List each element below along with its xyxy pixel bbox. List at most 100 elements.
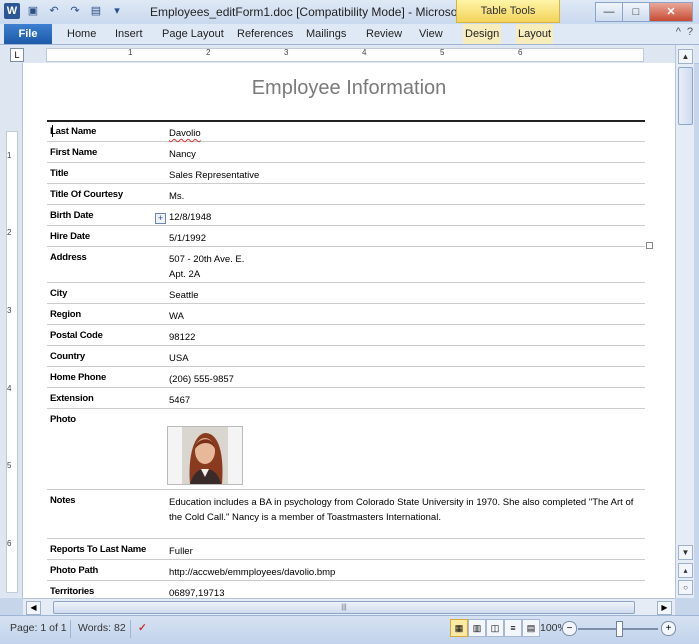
table-row[interactable]: Territories 06897,19713 xyxy=(47,581,645,598)
quick-access-toolbar: W ▣ ↶ ↷ ▤ ▾ xyxy=(4,3,125,19)
table-row[interactable]: Photo Path http://accweb/emmployees/davo… xyxy=(47,560,645,581)
field-value[interactable]: Nancy xyxy=(169,147,196,162)
table-row[interactable]: Address 507 - 20th Ave. E. Apt. 2A xyxy=(47,247,645,283)
title-bar: W ▣ ↶ ↷ ▤ ▾ Employees_editForm1.doc [Com… xyxy=(0,0,699,24)
field-label: Photo xyxy=(50,414,76,425)
field-value[interactable]: Ms. xyxy=(169,189,184,204)
field-label: Territories xyxy=(50,586,95,597)
tab-insert[interactable]: Insert xyxy=(115,24,143,44)
help-icon[interactable]: ? xyxy=(687,26,693,38)
table-row[interactable]: Region WA xyxy=(47,304,645,325)
tab-mailings[interactable]: Mailings xyxy=(306,24,346,44)
maximize-button[interactable]: □ xyxy=(622,2,650,22)
tab-layout[interactable]: Layout xyxy=(516,24,554,44)
tab-references[interactable]: References xyxy=(237,24,293,44)
page[interactable]: Employee Information + Last Name Davolio… xyxy=(23,63,675,598)
full-screen-reading-icon[interactable]: ▥ xyxy=(468,619,486,637)
table-row[interactable]: Title Of Courtesy Ms. xyxy=(47,184,645,205)
customize-icon[interactable]: ▾ xyxy=(109,3,125,19)
field-value[interactable]: Fuller xyxy=(169,544,193,559)
field-value[interactable]: 06897,19713 xyxy=(169,586,224,598)
draft-icon[interactable]: ▤ xyxy=(522,619,540,637)
table-row[interactable]: Extension 5467 xyxy=(47,388,645,409)
scroll-left-icon[interactable]: ◀ xyxy=(26,601,41,615)
table-row[interactable]: Country USA xyxy=(47,346,645,367)
employee-photo[interactable] xyxy=(167,426,243,485)
print-layout-icon[interactable]: ▦ xyxy=(450,619,468,637)
employee-table[interactable]: Last Name Davolio First Name Nancy Title… xyxy=(47,121,645,598)
table-row[interactable]: Reports To Last Name Fuller xyxy=(47,539,645,560)
field-value[interactable]: (206) 555-9857 xyxy=(169,372,234,387)
vertical-scrollbar[interactable]: ▲ ▼ ▴ ○ xyxy=(675,45,694,598)
undo-icon[interactable]: ↶ xyxy=(46,3,62,19)
table-row[interactable]: Title Sales Representative xyxy=(47,163,645,184)
table-row[interactable]: First Name Nancy xyxy=(47,142,645,163)
divider xyxy=(70,620,71,638)
horizontal-scrollbar[interactable]: ◀ ||| ▶ xyxy=(23,598,675,616)
tab-home[interactable]: Home xyxy=(67,24,96,44)
field-value[interactable]: Davolio xyxy=(169,126,201,141)
field-value[interactable]: WA xyxy=(169,309,184,324)
address-line-2: Apt. 2A xyxy=(169,269,201,280)
tab-page-layout[interactable]: Page Layout xyxy=(162,24,224,44)
minimize-button[interactable]: — xyxy=(595,2,623,22)
field-value[interactable]: http://accweb/emmployees/davolio.bmp xyxy=(169,565,335,580)
horizontal-ruler[interactable]: L 1 2 3 4 5 6 xyxy=(0,45,699,64)
field-value[interactable]: 507 - 20th Ave. E. Apt. 2A xyxy=(169,252,244,282)
print-preview-icon[interactable]: ▤ xyxy=(88,3,104,19)
zoom-slider-thumb[interactable] xyxy=(616,621,623,637)
ruler-number: 4 xyxy=(7,384,12,393)
table-row[interactable]: Birth Date 12/8/1948 xyxy=(47,205,645,226)
field-value[interactable]: Education includes a BA in psychology fr… xyxy=(169,495,649,525)
ribbon-right-controls: ^ ? xyxy=(676,26,693,38)
outline-icon[interactable]: ≡ xyxy=(504,619,522,637)
close-button[interactable]: ✕ xyxy=(649,2,693,22)
status-bar: Page: 1 of 1 Words: 82 ✓ ▦ ▥ ◫ ≡ ▤ 100% … xyxy=(0,615,699,644)
chevron-up-icon[interactable]: ^ xyxy=(676,26,681,38)
tab-selector[interactable]: L xyxy=(10,48,24,62)
field-value[interactable]: 98122 xyxy=(169,330,195,345)
zoom-out-icon[interactable]: − xyxy=(562,621,577,636)
table-row[interactable]: City Seattle xyxy=(47,283,645,304)
redo-icon[interactable]: ↷ xyxy=(67,3,83,19)
table-resize-handle[interactable] xyxy=(646,242,653,249)
scroll-up-icon[interactable]: ▲ xyxy=(678,49,693,64)
field-label: Address xyxy=(50,252,87,263)
save-icon[interactable]: ▣ xyxy=(25,3,41,19)
field-value[interactable]: 5467 xyxy=(169,393,190,408)
document-area[interactable]: Employee Information + Last Name Davolio… xyxy=(23,63,675,598)
scroll-right-icon[interactable]: ▶ xyxy=(657,601,672,615)
zoom-in-icon[interactable]: + xyxy=(661,621,676,636)
tab-design[interactable]: Design xyxy=(463,24,502,44)
word-icon[interactable]: W xyxy=(4,3,20,19)
field-value[interactable]: Seattle xyxy=(169,288,199,303)
scroll-thumb[interactable] xyxy=(678,67,693,125)
field-value[interactable]: 12/8/1948 xyxy=(169,210,211,225)
table-row[interactable]: Last Name Davolio xyxy=(47,121,645,142)
field-value[interactable]: USA xyxy=(169,351,189,366)
tab-review[interactable]: Review xyxy=(366,24,402,44)
word-count[interactable]: Words: 82 xyxy=(78,622,126,634)
select-browse-object-icon[interactable]: ○ xyxy=(678,580,693,595)
ruler-number: 3 xyxy=(284,48,289,57)
scroll-thumb[interactable]: ||| xyxy=(53,601,635,614)
field-value[interactable]: Sales Representative xyxy=(169,168,259,183)
table-row[interactable]: Home Phone (206) 555-9857 xyxy=(47,367,645,388)
tab-view[interactable]: View xyxy=(419,24,443,44)
table-tools-group: Table Tools xyxy=(456,0,560,23)
field-label: Region xyxy=(50,309,81,320)
vertical-ruler[interactable]: 1 2 3 4 5 6 xyxy=(0,63,23,598)
field-value[interactable]: 5/1/1992 xyxy=(169,231,206,246)
tab-file[interactable]: File xyxy=(4,24,52,44)
table-row[interactable]: Hire Date 5/1/1992 xyxy=(47,226,645,247)
scroll-down-icon[interactable]: ▼ xyxy=(678,545,693,560)
table-row[interactable]: Postal Code 98122 xyxy=(47,325,645,346)
proofing-icon[interactable]: ✓ xyxy=(138,622,147,634)
page-count[interactable]: Page: 1 of 1 xyxy=(10,622,67,634)
field-label: Reports To Last Name xyxy=(50,544,147,555)
previous-page-icon[interactable]: ▴ xyxy=(678,563,693,578)
table-row[interactable]: Notes Education includes a BA in psychol… xyxy=(47,490,645,539)
table-row[interactable]: Photo xyxy=(47,409,645,490)
web-layout-icon[interactable]: ◫ xyxy=(486,619,504,637)
ruler-area xyxy=(46,48,644,62)
